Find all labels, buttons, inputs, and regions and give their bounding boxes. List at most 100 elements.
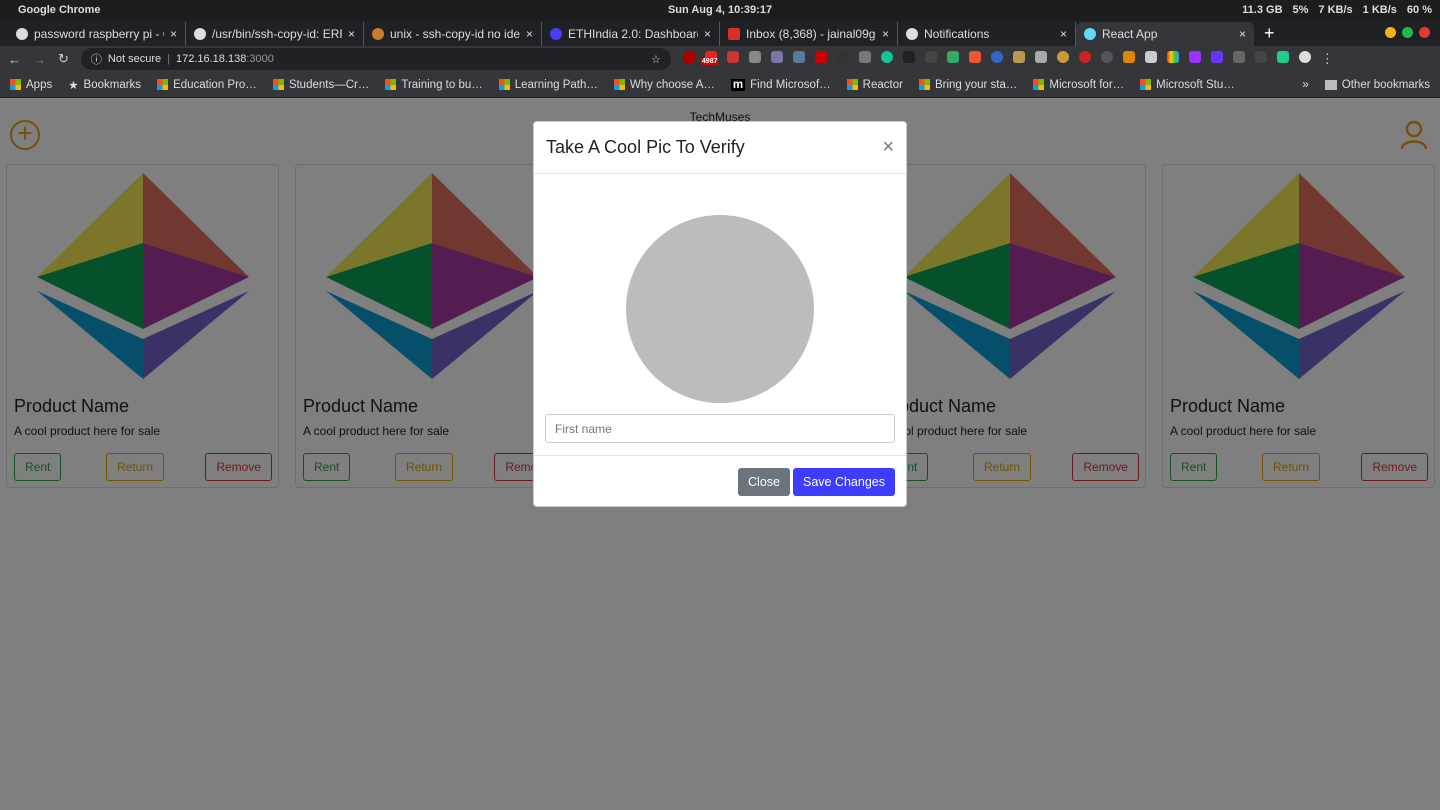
maximize-button[interactable] bbox=[1402, 27, 1413, 38]
microsoft-icon bbox=[498, 79, 510, 90]
bookmark[interactable]: Education Pro… bbox=[157, 79, 257, 91]
close-tab-icon[interactable]: × bbox=[1060, 27, 1067, 41]
folder-icon bbox=[1324, 79, 1337, 90]
tab[interactable]: Notifications × bbox=[898, 22, 1076, 46]
extension-icon[interactable] bbox=[902, 51, 915, 63]
close-tab-icon[interactable]: × bbox=[704, 27, 711, 41]
bookmarks-overflow[interactable]: » bbox=[1302, 79, 1308, 91]
shield-icon[interactable] bbox=[1232, 51, 1245, 63]
extension-icon[interactable] bbox=[792, 51, 805, 63]
microsoft-icon bbox=[613, 79, 625, 90]
grammarly-icon[interactable] bbox=[880, 51, 893, 63]
bookmark[interactable]: Microsoft Stu… bbox=[1140, 79, 1235, 91]
browser-toolbar: ← → ↻ ⓘ Not secure | 172.16.18.138:3000 … bbox=[0, 46, 1440, 72]
extension-icon[interactable] bbox=[814, 51, 827, 63]
extension-icon[interactable] bbox=[1254, 51, 1267, 63]
ublock-icon[interactable] bbox=[682, 51, 695, 63]
bookmark[interactable]: m Find Microsof… bbox=[730, 78, 831, 91]
close-icon[interactable]: × bbox=[882, 136, 894, 159]
camera-preview bbox=[626, 215, 814, 403]
cookie-icon[interactable] bbox=[1056, 51, 1069, 63]
extension-icon[interactable] bbox=[726, 51, 739, 63]
memory-stat: 11.3 GB bbox=[1242, 4, 1283, 16]
bookmark[interactable]: Training to bu… bbox=[385, 79, 483, 91]
forward-icon[interactable]: → bbox=[33, 52, 46, 67]
close-tab-icon[interactable]: × bbox=[882, 27, 889, 41]
extension-icon[interactable] bbox=[946, 51, 959, 63]
play-icon[interactable] bbox=[1144, 51, 1157, 63]
react-icon bbox=[1084, 28, 1096, 40]
tab[interactable]: /usr/bin/ssh-copy-id: ERRO× bbox=[186, 22, 364, 46]
bookmark[interactable]: Reactor bbox=[846, 79, 903, 91]
star-icon: ★ bbox=[68, 79, 79, 92]
extension-icon[interactable] bbox=[924, 51, 937, 63]
address-bar[interactable]: ⓘ Not secure | 172.16.18.138:3000 ☆ bbox=[80, 48, 671, 70]
bookmark[interactable]: Students—Cr… bbox=[272, 79, 369, 91]
close-tab-icon[interactable]: × bbox=[526, 27, 533, 41]
url-host: 172.16.18.138 bbox=[175, 53, 247, 65]
tab[interactable]: Inbox (8,368) - jainal09gos × bbox=[720, 22, 898, 46]
extension-icon[interactable] bbox=[990, 51, 1003, 63]
save-changes-button[interactable]: Save Changes bbox=[792, 468, 895, 496]
tab[interactable]: ETHIndia 2.0: Dashboard | × bbox=[542, 22, 720, 46]
stackexchange-icon bbox=[372, 28, 384, 40]
extension-icon[interactable] bbox=[836, 51, 849, 63]
upload-stat: 1 KB/s bbox=[1362, 4, 1397, 16]
extension-icon[interactable] bbox=[1122, 51, 1135, 63]
back-icon[interactable]: ← bbox=[8, 52, 21, 67]
other-bookmarks[interactable]: Other bookmarks bbox=[1324, 79, 1430, 91]
microsoft-icon bbox=[157, 79, 169, 90]
bookmark[interactable]: Learning Path… bbox=[498, 79, 598, 91]
first-name-input[interactable] bbox=[545, 414, 895, 443]
battery-stat[interactable]: 60 % bbox=[1407, 4, 1432, 16]
close-button[interactable]: Close bbox=[738, 468, 790, 496]
apps-grid-icon bbox=[10, 79, 21, 90]
google-icon bbox=[194, 28, 206, 40]
new-tab-button[interactable]: + bbox=[1254, 23, 1285, 44]
bookmark-star-icon[interactable]: ☆ bbox=[651, 53, 661, 66]
menu-icon[interactable]: ⋮ bbox=[1321, 51, 1334, 67]
tab[interactable]: password raspberry pi - Go× bbox=[8, 22, 186, 46]
reload-icon[interactable]: ↻ bbox=[58, 51, 69, 67]
bookmark[interactable]: Microsoft for… bbox=[1033, 79, 1124, 91]
os-top-bar: Google Chrome Sun Aug 4, 10:39:17 11.3 G… bbox=[0, 0, 1440, 20]
tab-active[interactable]: React App × bbox=[1076, 22, 1254, 46]
microsoft-icon bbox=[272, 79, 284, 90]
tab[interactable]: unix - ssh-copy-id no ident × bbox=[364, 22, 542, 46]
extension-icon[interactable] bbox=[1166, 51, 1179, 63]
minimize-button[interactable] bbox=[1385, 27, 1396, 38]
tab-strip: password raspberry pi - Go× /usr/bin/ssh… bbox=[0, 20, 1440, 46]
cpu-stat: 5% bbox=[1292, 4, 1309, 16]
close-tab-icon[interactable]: × bbox=[170, 27, 177, 41]
close-window-button[interactable] bbox=[1419, 27, 1430, 38]
security-label: Not secure bbox=[107, 53, 162, 65]
download-stat: 7 KB/s bbox=[1318, 4, 1353, 16]
extension-icon[interactable] bbox=[1012, 51, 1025, 63]
extension-icon[interactable] bbox=[748, 51, 761, 63]
extension-icon[interactable] bbox=[1100, 51, 1113, 63]
microsoft-icon bbox=[385, 79, 397, 90]
dropbox-icon[interactable] bbox=[1210, 51, 1223, 63]
close-tab-icon[interactable]: × bbox=[1239, 27, 1246, 41]
extension-icon[interactable] bbox=[1276, 51, 1289, 63]
extension-icon[interactable] bbox=[858, 51, 871, 63]
bookmark[interactable]: Bring your sta… bbox=[918, 79, 1017, 91]
extension-icon[interactable] bbox=[1078, 51, 1091, 63]
clock[interactable]: Sun Aug 4, 10:39:17 bbox=[668, 4, 772, 16]
info-icon: ⓘ bbox=[90, 54, 102, 66]
microsoft-icon bbox=[918, 79, 930, 90]
bookmark-bookmarks[interactable]: ★ Bookmarks bbox=[68, 78, 141, 92]
microsoft-icon bbox=[846, 79, 858, 90]
bookmark[interactable]: Why choose A… bbox=[613, 79, 715, 91]
extension-icon[interactable] bbox=[770, 51, 783, 63]
check-icon[interactable] bbox=[1188, 51, 1201, 63]
close-tab-icon[interactable]: × bbox=[348, 27, 355, 41]
camera-icon[interactable] bbox=[1034, 51, 1047, 63]
extension-icon[interactable] bbox=[968, 51, 981, 63]
bookmarks-bar: Apps ★ Bookmarks Education Pro… Students—… bbox=[0, 72, 1440, 98]
profile-avatar[interactable] bbox=[1298, 51, 1311, 63]
bookmark-apps[interactable]: Apps bbox=[10, 79, 52, 91]
mail-badge-icon[interactable]: 4987 bbox=[700, 51, 719, 65]
active-app: Google Chrome bbox=[18, 4, 101, 16]
modal-title: Take A Cool Pic To Verify bbox=[546, 137, 745, 157]
